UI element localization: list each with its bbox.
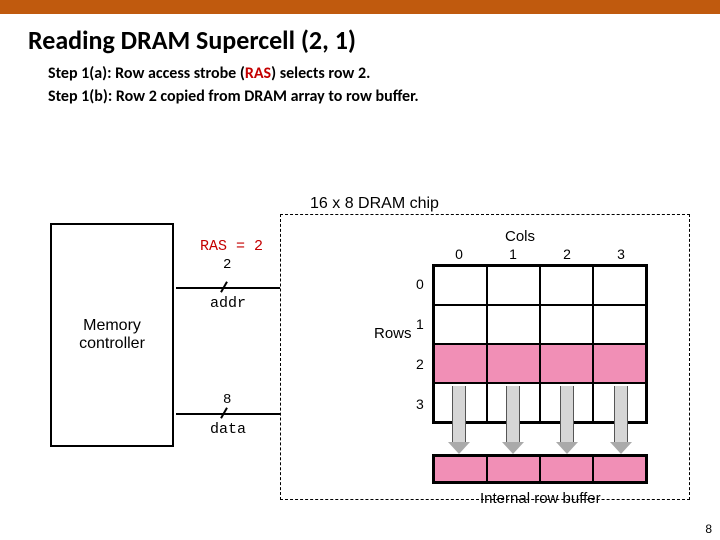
memory-controller: Memory controller <box>50 223 174 447</box>
step-list: Step 1(a): Row access strobe (RAS) selec… <box>48 62 720 108</box>
cell-1-0 <box>434 305 487 344</box>
copy-arrow-0 <box>450 386 468 454</box>
step-1b: Step 1(b): Row 2 copied from DRAM array … <box>48 85 720 108</box>
copy-arrow-1 <box>504 386 522 454</box>
addr-wire <box>176 287 280 289</box>
cell-2-3 <box>593 344 646 383</box>
page-number: 8 <box>705 522 712 536</box>
ras-highlight: RAS <box>245 64 271 83</box>
cell-0-3 <box>593 266 646 305</box>
buffer-cell-0 <box>434 456 487 482</box>
cell-1-3 <box>593 305 646 344</box>
cell-2-2 <box>540 344 593 383</box>
copy-arrow-2 <box>558 386 576 454</box>
col-index-labels: 0 1 2 3 <box>432 246 648 262</box>
buffer-cell-1 <box>487 456 540 482</box>
ras-value-label: RAS = 2 <box>200 238 263 255</box>
data-width: 8 <box>223 392 231 408</box>
addr-width: 2 <box>223 257 231 273</box>
col-3: 3 <box>594 246 648 262</box>
cell-1-1 <box>487 305 540 344</box>
step-1a: Step 1(a): Row access strobe (RAS) selec… <box>48 62 720 85</box>
addr-name: addr <box>210 295 246 312</box>
copy-arrow-3 <box>612 386 630 454</box>
row-1: 1 <box>416 304 424 344</box>
cell-0-1 <box>487 266 540 305</box>
chip-label: 16 x 8 DRAM chip <box>310 195 439 213</box>
row-index-labels: 0 1 2 3 <box>416 264 424 424</box>
rows-header: Rows <box>374 325 412 342</box>
row-2: 2 <box>416 344 424 384</box>
cell-2-0 <box>434 344 487 383</box>
cell-0-2 <box>540 266 593 305</box>
memory-controller-label: Memory controller <box>79 317 145 353</box>
slide-title: Reading DRAM Supercell (2, 1) <box>28 24 720 56</box>
cell-0-0 <box>434 266 487 305</box>
cell-2-1 <box>487 344 540 383</box>
data-name: data <box>210 421 246 438</box>
row-buffer <box>432 454 648 484</box>
data-wire <box>176 413 280 415</box>
col-1: 1 <box>486 246 540 262</box>
cols-header: Cols <box>505 228 535 245</box>
accent-bar <box>0 0 720 14</box>
buffer-cell-2 <box>540 456 593 482</box>
step-1a-pre: Step 1(a): Row access strobe ( <box>48 64 245 83</box>
row-0: 0 <box>416 264 424 304</box>
col-2: 2 <box>540 246 594 262</box>
cell-1-2 <box>540 305 593 344</box>
row-buffer-label: Internal row buffer <box>480 490 601 507</box>
row-3: 3 <box>416 384 424 424</box>
buffer-cell-3 <box>593 456 646 482</box>
step-1a-post: ) selects row 2. <box>271 64 370 83</box>
col-0: 0 <box>432 246 486 262</box>
